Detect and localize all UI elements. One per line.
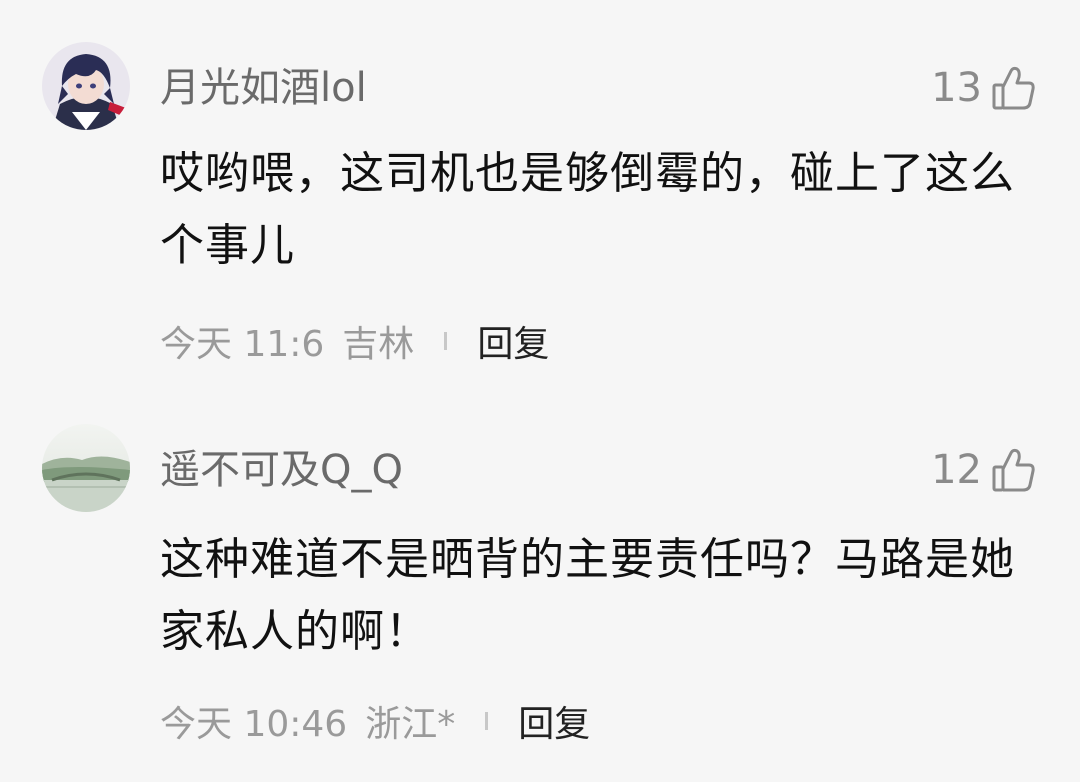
like-button[interactable]: 13 <box>931 64 1036 112</box>
reply-button[interactable]: 回复 <box>518 695 590 747</box>
divider <box>444 332 448 350</box>
comment-item: 遥不可及Q_Q 12 这种难道不是晒背的主要责任吗？马路是她家私人的啊！ 今天 … <box>0 400 1080 782</box>
thumbs-up-icon[interactable] <box>992 447 1036 493</box>
comment-time: 今天 11:6 <box>160 324 325 365</box>
like-button[interactable]: 12 <box>931 446 1036 494</box>
thumbs-up-icon[interactable] <box>992 65 1036 111</box>
comment-text: 这种难道不是晒背的主要责任吗？马路是她家私人的啊！ <box>160 534 1015 657</box>
comment-text: 哎哟喂，这司机也是够倒霉的，碰上了这么个事儿 <box>160 148 1015 271</box>
user-avatar[interactable] <box>42 424 130 512</box>
comment-location: 吉林 <box>342 324 415 365</box>
username[interactable]: 遥不可及Q_Q <box>160 446 403 494</box>
reply-button[interactable]: 回复 <box>477 315 549 367</box>
comment-meta: 今天 10:46 浙江* 回复 <box>160 696 590 746</box>
comment-location: 浙江* <box>365 704 456 745</box>
comment-item: 月光如酒lol 13 哎哟喂，这司机也是够倒霉的，碰上了这么个事儿 今天 11:… <box>0 0 1080 400</box>
divider <box>485 712 489 730</box>
comment-time: 今天 10:46 <box>160 704 348 745</box>
anime-character-avatar-icon <box>42 42 130 130</box>
comment-meta: 今天 11:6 吉林 回复 <box>160 316 549 366</box>
like-count: 13 <box>931 65 982 111</box>
user-avatar[interactable] <box>42 42 130 130</box>
username[interactable]: 月光如酒lol <box>160 64 367 112</box>
like-count: 12 <box>931 447 982 493</box>
landscape-photo-avatar-icon <box>42 424 130 512</box>
